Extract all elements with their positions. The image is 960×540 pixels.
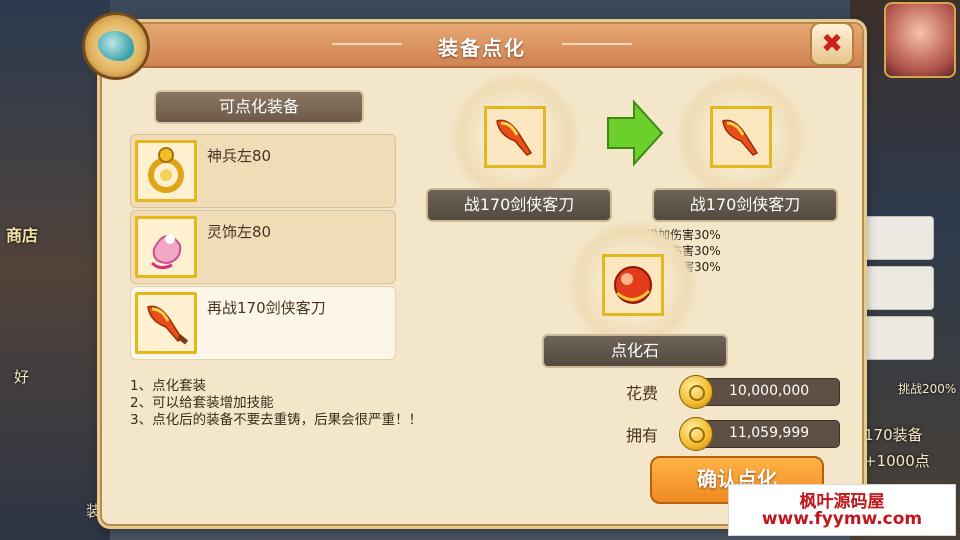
list-header: 可点化装备: [154, 90, 364, 124]
notes: 1、点化套装 2、可以给套装增加技能 3、点化后的装备不要去重铸，后果会很严重！…: [130, 378, 422, 429]
background-hint-bottom: 装: [86, 502, 102, 520]
red-orb-icon: [614, 266, 652, 304]
dialog-title: 装备点化: [438, 36, 526, 60]
note-line: 2、可以给套装增加技能: [130, 395, 274, 411]
source-equipment-slot[interactable]: [484, 106, 546, 168]
cost-label: 花费: [626, 384, 659, 403]
shop-label[interactable]: 商店: [6, 222, 38, 246]
note-line: 3、点化后的装备不要去重铸，后果会很严重！！: [130, 412, 423, 428]
flame-sword-icon: [135, 292, 197, 354]
close-button[interactable]: ✖: [810, 22, 854, 66]
list-item-selected[interactable]: 再战170剑侠客刀: [130, 286, 396, 360]
flame-sword-icon: [496, 119, 533, 156]
owned-label: 拥有: [626, 426, 659, 445]
owned-value: 11,059,999: [729, 425, 810, 441]
game-background-left: [0, 0, 110, 540]
background-hint-right: 挑战200%: [898, 382, 957, 396]
watermark: 枫叶源码屋 www.fyymw.com: [728, 484, 956, 536]
cost-bar: 10,000,000: [679, 375, 840, 409]
enchant-stone-slot[interactable]: [602, 254, 664, 316]
result-equipment-slot[interactable]: [710, 106, 772, 168]
equipment-enchant-dialog: 装备点化 ✖ 可点化装备 神兵左80 灵饰左80 再战170剑侠客刀 1、点化套…: [82, 12, 864, 526]
watermark-url: www.fyymw.com: [761, 509, 923, 529]
source-equipment-name: 战170剑侠客刀: [426, 188, 612, 222]
gold-coin-icon: [679, 417, 713, 451]
cost-value: 10,000,000: [729, 383, 810, 399]
dragon-icon: [98, 31, 134, 61]
enchant-stone-name: 点化石: [542, 334, 728, 368]
owned-bar: 11,059,999: [679, 417, 840, 451]
title-bar: 装备点化: [102, 24, 862, 68]
item-name: 再战170剑侠客刀: [207, 299, 326, 317]
background-hint-right: 170装备: [864, 426, 923, 444]
item-name: 神兵左80: [207, 147, 272, 165]
gold-coin-icon: [679, 375, 713, 409]
player-avatar[interactable]: [884, 2, 956, 78]
background-hint-right: +1000点: [864, 452, 930, 470]
background-hint-left: 好: [14, 368, 30, 386]
note-line: 1、点化套装: [130, 378, 207, 394]
list-item[interactable]: 灵饰左80: [130, 210, 396, 284]
ring-icon: [135, 140, 197, 202]
item-name: 灵饰左80: [207, 223, 272, 241]
list-item[interactable]: 神兵左80: [130, 134, 396, 208]
flame-sword-icon: [722, 119, 759, 156]
dragon-emblem-icon: [82, 12, 150, 80]
bell-ornament-icon: [135, 216, 197, 278]
arrow-right-icon: [607, 99, 664, 167]
close-icon: ✖: [821, 29, 843, 59]
result-equipment-name: 战170剑侠客刀: [652, 188, 838, 222]
